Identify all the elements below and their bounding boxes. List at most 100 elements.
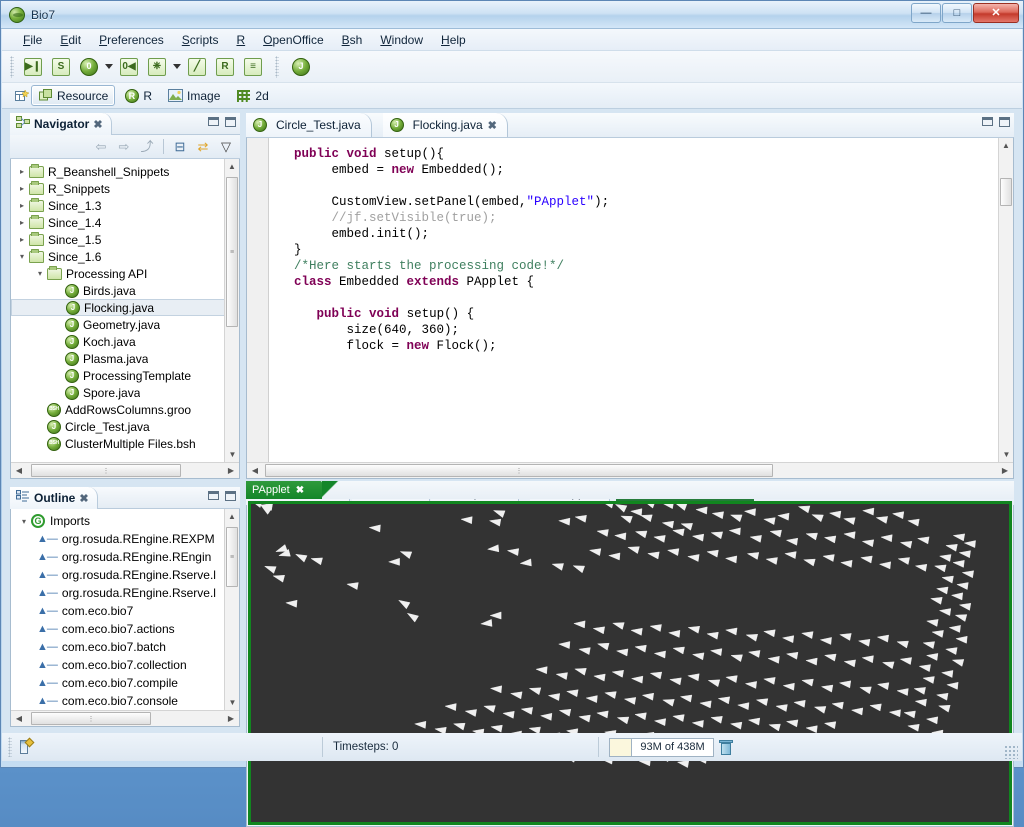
nav-tree-item[interactable]: J Circle_Test.java xyxy=(11,418,239,435)
navigator-tree[interactable]: ▸ R_Beanshell_Snippets ▸ R_Snippets ▸ Since_1… xyxy=(11,159,239,452)
puzzle-dropdown-arrow[interactable] xyxy=(171,64,183,69)
run-pause-button[interactable]: ▶❙ xyxy=(20,55,46,79)
memory-monitor[interactable]: 93M of 438M xyxy=(609,737,714,757)
scroll-down-icon[interactable]: ▼ xyxy=(225,447,239,462)
stop-s-button[interactable]: S xyxy=(48,55,74,79)
tree-twistie[interactable]: ▸ xyxy=(15,167,29,176)
navigator-maximize-button[interactable] xyxy=(225,117,236,127)
nav-tree-item[interactable]: ▸ R_Snippets xyxy=(11,180,239,197)
close-button[interactable]: ✕ xyxy=(973,3,1019,23)
r-console-button[interactable]: R xyxy=(212,55,238,79)
maximize-button[interactable]: □ xyxy=(942,3,972,23)
editor-code-text[interactable]: public void setup(){ embed = new Embedde… xyxy=(270,138,998,462)
navigator-close-icon[interactable]: ✖ xyxy=(93,118,102,131)
editor-gutter[interactable] xyxy=(247,138,269,462)
menu-openoffice[interactable]: OpenOffice xyxy=(254,31,333,49)
nav-tree-item[interactable]: ▸ Since_1.4 xyxy=(11,214,239,231)
chart-button[interactable]: ╱ xyxy=(184,55,210,79)
scroll-up-icon[interactable]: ▲ xyxy=(999,138,1013,153)
outline-item[interactable]: ▲— com.eco.bio7 xyxy=(11,602,239,620)
nav-tree-item[interactable]: BSH AddRowsColumns.groo xyxy=(11,401,239,418)
link-with-editor-button[interactable]: ⇄ xyxy=(193,137,213,156)
nav-tree-item[interactable]: BSH ClusterMultiple Files.bsh xyxy=(11,435,239,452)
outline-item[interactable]: ▾ G Imports xyxy=(11,512,239,530)
menu-preferences[interactable]: Preferences xyxy=(90,31,173,49)
editor-vertical-scrollbar[interactable]: ▲ ▼ xyxy=(998,138,1013,462)
menu-scripts[interactable]: Scripts xyxy=(173,31,228,49)
menu-help[interactable]: Help xyxy=(432,31,475,49)
nav-tree-item[interactable]: J Koch.java xyxy=(11,333,239,350)
outline-vertical-scrollbar[interactable]: ▲ ≡ ▼ xyxy=(224,509,239,726)
scroll-up-icon[interactable]: ▲ xyxy=(225,509,239,524)
nav-tree-item[interactable]: J Plasma.java xyxy=(11,350,239,367)
tree-twistie[interactable]: ▸ xyxy=(15,235,29,244)
forward-button[interactable]: ⇨ xyxy=(114,137,134,156)
tree-twistie[interactable]: ▸ xyxy=(15,184,29,193)
java-button[interactable]: J xyxy=(288,55,314,79)
editor-maximize-button[interactable] xyxy=(999,117,1010,127)
outline-item[interactable]: ▲— org.rosuda.REngine.REXPM xyxy=(11,530,239,548)
editor-horizontal-scrollbar[interactable]: ◀ ⋮ ▶ xyxy=(247,462,1013,478)
print-button[interactable]: ≡ xyxy=(240,55,266,79)
zero-back-button[interactable]: 0◀ xyxy=(116,55,142,79)
tree-twistie[interactable]: ▾ xyxy=(17,517,31,526)
nav-tree-item[interactable]: J ProcessingTemplate xyxy=(11,367,239,384)
outline-minimize-button[interactable] xyxy=(208,491,219,500)
zero-circle-button[interactable]: 0 xyxy=(76,55,102,79)
nav-tree-item[interactable]: ▸ Since_1.5 xyxy=(11,231,239,248)
tree-twistie[interactable]: ▸ xyxy=(15,218,29,227)
editor-minimize-button[interactable] xyxy=(982,117,993,126)
scroll-left-icon[interactable]: ◀ xyxy=(247,466,263,475)
pin-icon[interactable] xyxy=(18,737,35,755)
nav-tree-item[interactable]: ▾ Processing API xyxy=(11,265,239,282)
zero-dropdown-arrow[interactable] xyxy=(103,64,115,69)
hscrollbar-thumb[interactable]: ⋮ xyxy=(265,464,773,477)
outline-close-icon[interactable]: ✖ xyxy=(79,492,88,505)
outline-item[interactable]: ▲— com.eco.bio7.actions xyxy=(11,620,239,638)
minimize-button[interactable]: — xyxy=(911,3,941,23)
up-button[interactable]: ⤴ xyxy=(137,137,157,156)
scroll-left-icon[interactable]: ◀ xyxy=(11,714,27,723)
nav-tree-item[interactable]: ▸ Since_1.3 xyxy=(11,197,239,214)
scroll-right-icon[interactable]: ▶ xyxy=(223,714,239,723)
back-button[interactable]: ⇦ xyxy=(91,137,111,156)
nav-tree-item[interactable]: ▾ Since_1.6 xyxy=(11,248,239,265)
outline-item[interactable]: ▲— org.rosuda.REngine.Rserve.l xyxy=(11,584,239,602)
outline-item[interactable]: ▲— org.rosuda.REngine.Rserve.l xyxy=(11,566,239,584)
editor-tab-Flocking-java[interactable]: J Flocking.java ✖ xyxy=(382,113,508,137)
tab-navigator[interactable]: Navigator ✖ xyxy=(10,113,112,135)
navigator-vertical-scrollbar[interactable]: ▲ ≡ ▼ xyxy=(224,159,239,478)
toolbar-grip[interactable] xyxy=(10,55,14,78)
menu-window[interactable]: Window xyxy=(371,31,432,49)
menu-file[interactable]: File xyxy=(14,31,51,49)
scroll-down-icon[interactable]: ▼ xyxy=(225,695,239,710)
editor-tab-close-icon[interactable]: ✖ xyxy=(488,119,497,132)
menu-edit[interactable]: Edit xyxy=(51,31,90,49)
hscrollbar-thumb[interactable]: ⋮ xyxy=(31,464,181,477)
hscroll-track[interactable]: ⋮ xyxy=(27,712,223,725)
scroll-right-icon[interactable]: ▶ xyxy=(997,466,1013,475)
window-resize-grip[interactable] xyxy=(1004,745,1018,759)
scroll-left-icon[interactable]: ◀ xyxy=(11,466,27,475)
hscrollbar-thumb[interactable]: ⋮ xyxy=(31,712,151,725)
nav-tree-item[interactable]: J Flocking.java xyxy=(11,299,239,316)
new-perspective-icon[interactable] xyxy=(14,88,29,103)
scroll-right-icon[interactable]: ▶ xyxy=(223,466,239,475)
perspective-resource[interactable]: Resource xyxy=(31,85,116,106)
tab-outline[interactable]: Outline ✖ xyxy=(10,487,98,509)
tree-twistie[interactable]: ▸ xyxy=(15,201,29,210)
menu-bsh[interactable]: Bsh xyxy=(333,31,372,49)
tree-twistie[interactable]: ▾ xyxy=(15,252,29,261)
papplet-close-icon[interactable]: ✖ xyxy=(296,485,304,496)
perspective-image[interactable]: Image xyxy=(161,85,227,106)
navigator-horizontal-scrollbar[interactable]: ◀ ⋮ ▶ xyxy=(11,462,239,478)
outline-maximize-button[interactable] xyxy=(225,491,236,501)
nav-tree-item[interactable]: J Spore.java xyxy=(11,384,239,401)
hscroll-track[interactable]: ⋮ xyxy=(27,464,223,477)
scrollbar-thumb[interactable]: ≡ xyxy=(226,527,238,587)
outline-item[interactable]: ▲— org.rosuda.REngine.REngin xyxy=(11,548,239,566)
outline-item[interactable]: ▲— com.eco.bio7.console xyxy=(11,692,239,710)
trash-icon[interactable] xyxy=(718,739,733,755)
outline-horizontal-scrollbar[interactable]: ◀ ⋮ ▶ xyxy=(11,710,239,726)
scrollbar-thumb[interactable] xyxy=(1000,178,1012,206)
